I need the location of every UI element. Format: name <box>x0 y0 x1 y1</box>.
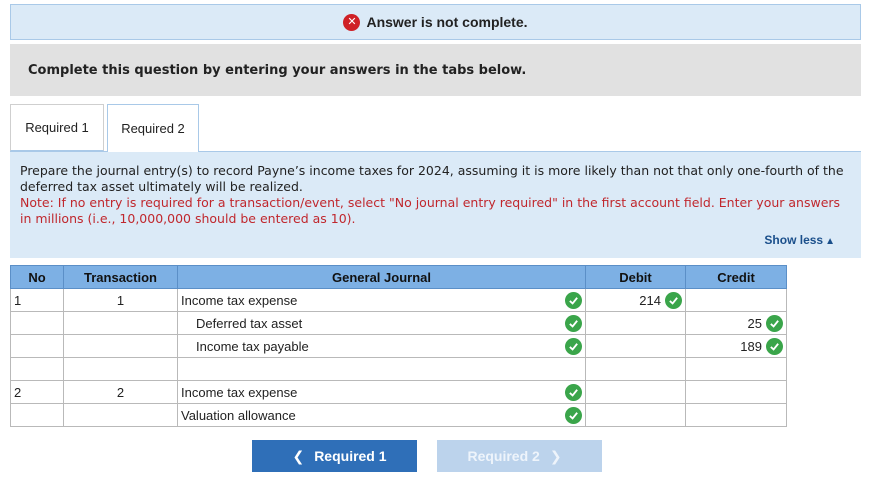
question-panel: Prepare the journal entry(s) to record P… <box>10 151 861 258</box>
row-transaction <box>63 334 178 358</box>
header-credit: Credit <box>685 265 787 289</box>
debit-field[interactable] <box>585 380 686 404</box>
account-value: Income tax expense <box>181 292 298 308</box>
header-no: No <box>10 265 64 289</box>
check-icon <box>565 314 582 332</box>
account-value: Income tax expense <box>181 384 298 400</box>
check-icon <box>565 291 582 309</box>
row-no: 2 <box>10 380 64 404</box>
check-icon <box>766 314 783 332</box>
error-x-icon: ✕ <box>343 13 361 31</box>
header-debit: Debit <box>585 265 686 289</box>
instructions-text: Complete this question by entering your … <box>28 62 527 78</box>
account-field[interactable]: Valuation allowance <box>177 403 586 427</box>
journal-header-row: No Transaction General Journal Debit Cre… <box>10 265 787 289</box>
tab-required-1-label: Required 1 <box>25 120 89 135</box>
debit-value: 214 <box>639 292 661 308</box>
instructions-bar: Complete this question by entering your … <box>10 44 861 96</box>
journal-table: No Transaction General Journal Debit Cre… <box>10 265 787 427</box>
debit-field[interactable] <box>585 311 686 335</box>
table-row: Valuation allowance <box>10 403 787 427</box>
debit-field[interactable] <box>585 357 686 381</box>
debit-field[interactable] <box>585 403 686 427</box>
question-prompt: Prepare the journal entry(s) to record P… <box>20 163 844 194</box>
row-transaction: 2 <box>63 380 178 404</box>
table-row: Deferred tax asset 25 <box>10 311 787 335</box>
tab-bar: Required 1 Required 2 <box>10 104 861 152</box>
prev-required-1-button[interactable]: ❮ Required 1 <box>252 440 417 472</box>
check-icon <box>565 383 582 401</box>
header-transaction: Transaction <box>63 265 178 289</box>
row-no <box>10 334 64 358</box>
account-value: Income tax payable <box>196 338 309 354</box>
show-less-label: Show less <box>764 233 824 247</box>
row-no <box>10 403 64 427</box>
credit-field[interactable] <box>685 403 787 427</box>
tab-required-1[interactable]: Required 1 <box>10 104 104 151</box>
prev-button-label: Required 1 <box>314 448 387 464</box>
table-row: 2 2 Income tax expense <box>10 380 787 404</box>
next-required-2-button[interactable]: Required 2 ❯ <box>437 440 602 472</box>
table-row <box>10 357 787 381</box>
account-field[interactable]: Income tax payable <box>177 334 586 358</box>
triangle-up-icon: ▲ <box>825 236 835 247</box>
tab-required-2-label: Required 2 <box>121 121 185 136</box>
tab-required-2[interactable]: Required 2 <box>107 104 199 152</box>
status-banner: ✕ Answer is not complete. <box>10 4 861 40</box>
row-transaction: 1 <box>63 288 178 312</box>
question-note: Note: If no entry is required for a tran… <box>20 195 841 226</box>
credit-value: 189 <box>740 338 762 354</box>
row-transaction <box>63 403 178 427</box>
account-field[interactable]: Income tax expense <box>177 288 586 312</box>
row-transaction <box>63 311 178 335</box>
credit-field[interactable]: 189 <box>685 334 787 358</box>
table-row: 1 1 Income tax expense 214 <box>10 288 787 312</box>
credit-field[interactable]: 25 <box>685 311 787 335</box>
account-value: Valuation allowance <box>181 407 296 423</box>
check-icon <box>665 291 682 309</box>
next-button-label: Required 2 <box>467 448 540 464</box>
debit-field[interactable] <box>585 334 686 358</box>
show-less-link[interactable]: Show less ▲ <box>764 232 835 250</box>
credit-field[interactable] <box>685 357 787 381</box>
row-no <box>10 311 64 335</box>
credit-field[interactable] <box>685 288 787 312</box>
account-value: Deferred tax asset <box>196 315 303 331</box>
row-no <box>10 357 64 381</box>
debit-field[interactable]: 214 <box>585 288 686 312</box>
header-general-journal: General Journal <box>177 265 586 289</box>
check-icon <box>766 337 783 355</box>
row-transaction <box>63 357 178 381</box>
chevron-right-icon: ❯ <box>549 447 562 464</box>
check-icon <box>565 406 582 424</box>
check-icon <box>565 337 582 355</box>
chevron-left-icon: ❮ <box>292 447 305 464</box>
credit-value: 25 <box>747 315 762 331</box>
account-field[interactable]: Deferred tax asset <box>177 311 586 335</box>
account-field[interactable] <box>177 357 586 381</box>
table-row: Income tax payable 189 <box>10 334 787 358</box>
status-banner-text: Answer is not complete. <box>366 14 528 30</box>
credit-field[interactable] <box>685 380 787 404</box>
row-no: 1 <box>10 288 64 312</box>
account-field[interactable]: Income tax expense <box>177 380 586 404</box>
